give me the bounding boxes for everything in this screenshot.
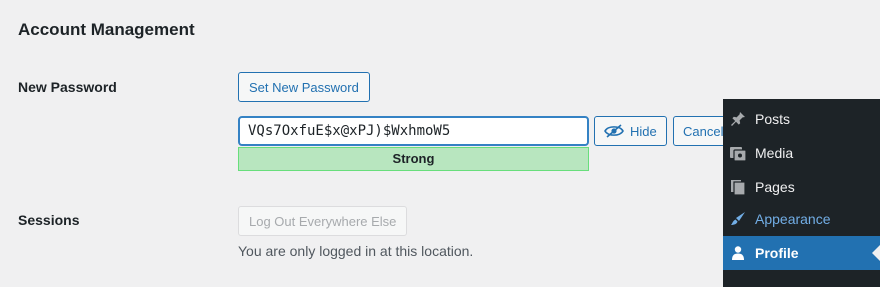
admin-menu-item-pages[interactable]: Pages: [723, 170, 880, 204]
admin-menu-label: Appearance: [755, 211, 831, 227]
set-new-password-button[interactable]: Set New Password: [238, 72, 370, 102]
new-password-input[interactable]: [238, 116, 589, 146]
admin-menu-label: Posts: [755, 111, 791, 127]
admin-menu-label: Profile: [755, 245, 799, 261]
admin-menu-item-profile[interactable]: Profile: [723, 236, 880, 270]
section-title: Account Management: [18, 20, 195, 39]
hide-button-label: Hide: [630, 123, 657, 139]
user-icon: [729, 244, 747, 262]
paintbrush-icon: [729, 210, 747, 228]
log-out-everywhere-button[interactable]: Log Out Everywhere Else: [238, 206, 408, 236]
eye-slash-icon: [604, 124, 624, 138]
password-strength-indicator: Strong: [238, 147, 589, 171]
admin-menu-item-media[interactable]: Media: [723, 136, 880, 170]
admin-menu: Posts Media Pages Appearance Profile: [723, 99, 880, 287]
admin-menu-label: Pages: [755, 179, 795, 195]
hide-password-button[interactable]: Hide: [594, 116, 667, 146]
sessions-description: You are only logged in at this location.: [238, 243, 474, 259]
admin-menu-label: Media: [755, 145, 794, 161]
sessions-label: Sessions: [18, 212, 80, 228]
pages-icon: [729, 178, 747, 196]
admin-menu-item-appearance[interactable]: Appearance: [723, 204, 880, 234]
pushpin-icon: [729, 110, 747, 128]
media-icon: [729, 144, 747, 162]
new-password-label: New Password: [18, 79, 117, 95]
admin-menu-item-posts[interactable]: Posts: [723, 102, 880, 136]
